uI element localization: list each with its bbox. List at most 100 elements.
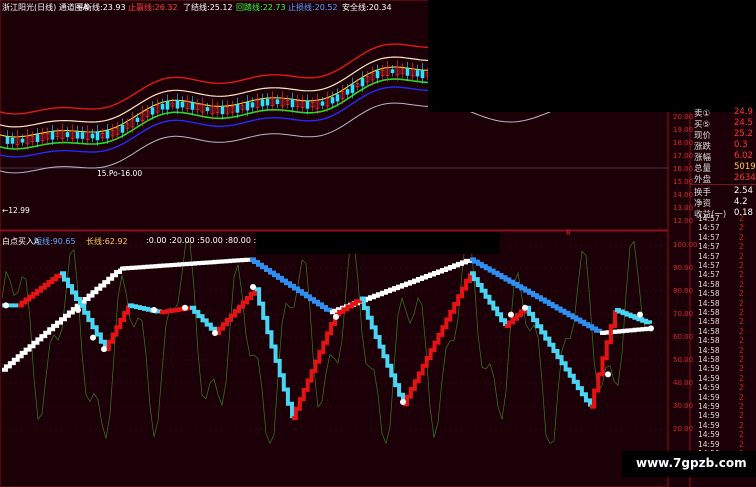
candle-body	[260, 99, 265, 107]
lower-y-tick: 60.00	[673, 333, 694, 341]
tick-row-value: 2	[739, 336, 744, 346]
marker-label: 8	[566, 229, 571, 237]
candle-body	[10, 137, 15, 144]
buy-point-dot	[101, 346, 107, 353]
buy-point-dot	[605, 371, 611, 378]
candle-body	[50, 131, 55, 140]
tick-time: 14:58	[698, 298, 720, 308]
candle-body	[265, 98, 270, 106]
tick-time: 14:59	[698, 420, 720, 430]
quote-divider	[690, 184, 756, 185]
candle-body	[330, 97, 335, 104]
short-line-rising	[335, 298, 362, 317]
tick-time: 14:58	[698, 355, 720, 364]
quote-value: 4.2	[734, 197, 748, 207]
buy-point-dot	[400, 399, 406, 405]
tick-row-value: 2	[739, 383, 744, 393]
tick-row-value: 2	[739, 232, 744, 242]
upper-y-tick: 14.00	[673, 191, 694, 199]
lower-y-tick: 90.00	[673, 264, 694, 272]
quote-value: 25.2	[734, 129, 753, 139]
candle-body	[335, 94, 340, 102]
tick-time: 14:58	[698, 289, 720, 299]
candle-body	[290, 99, 295, 108]
tick-row-value: 2	[739, 326, 744, 336]
candle-body	[320, 101, 325, 106]
candle-body	[165, 101, 170, 110]
candle-body	[180, 101, 185, 108]
candle-body	[345, 89, 350, 95]
quote-value: 6.02	[734, 151, 753, 161]
buy-point-dot	[75, 307, 81, 313]
short-line-falling	[80, 303, 107, 350]
tick-row-value: 2	[739, 411, 744, 421]
tick-time: 14:59	[698, 439, 720, 449]
legend-safety-line: 安全线:20.34	[342, 3, 392, 12]
legend-close-line: 了结线:25.12	[183, 3, 233, 12]
tick-row-value: 2	[739, 392, 744, 402]
short-line-falling	[190, 305, 217, 333]
quote-value: 24.5	[734, 118, 753, 128]
tick-row-value: 2	[739, 298, 744, 308]
short-line-rising	[105, 305, 130, 352]
stop-loss-band	[0, 86, 430, 158]
long-line-white	[600, 326, 652, 335]
tick-row-value: 2	[739, 242, 744, 252]
buy-point-dot	[250, 284, 256, 290]
legend-long-line: 长线:62.92	[86, 237, 128, 246]
lower-y-tick: 50.00	[673, 356, 694, 364]
take-profit-band	[0, 43, 430, 115]
low-price-annotation: 15.Po-16.00	[97, 169, 143, 178]
candle-body	[20, 138, 25, 143]
tick-row-value: 2	[739, 279, 744, 289]
candle-body	[375, 70, 380, 79]
tick-row-value: 2	[739, 364, 744, 374]
lower-pane-frame	[0, 230, 669, 487]
tick-time: 14:59	[698, 383, 720, 393]
tick-time: 14:59	[698, 430, 720, 440]
candle-body	[160, 103, 165, 110]
tick-row-value: 2	[739, 308, 744, 317]
candle-body	[205, 107, 210, 111]
candle-body	[5, 136, 10, 144]
upper-y-tick: 20.00	[673, 113, 694, 121]
tick-row-value: 2	[739, 289, 744, 299]
candle-body	[35, 134, 40, 143]
tick-time: 14:57	[698, 214, 720, 223]
candle-body	[350, 84, 355, 93]
candle-body	[405, 68, 410, 76]
candle-body	[65, 132, 70, 138]
candle-body	[235, 104, 240, 113]
buy-point-dot	[3, 302, 9, 309]
tick-time: 14:58	[698, 279, 720, 289]
tick-time: 14:57	[698, 232, 720, 242]
quote-value: 2.54	[734, 186, 753, 196]
tick-time: 14:59	[698, 411, 720, 421]
occluding-window	[428, 0, 756, 112]
upper-y-tick: 13.00	[673, 204, 694, 212]
tick-time: 14:57	[698, 270, 720, 280]
candle-body	[190, 102, 195, 110]
tick-time: 14:58	[698, 345, 720, 355]
upper-y-tick: 12.00	[673, 217, 694, 225]
tick-time: 14:58	[698, 317, 720, 327]
long-line-white	[120, 257, 252, 271]
tick-row-value: 2	[739, 317, 744, 327]
tick-row-value: 2	[739, 223, 744, 233]
quote-value: 24.9	[734, 107, 753, 117]
candle-body	[415, 70, 420, 77]
lower-y-tick: 20.00	[673, 425, 694, 433]
pullback-band	[0, 78, 430, 150]
chart-window: 浙江阳光(日线) 通道图A 平衡线:23.93 止赢线:26.32 了结线:25…	[0, 0, 756, 487]
quote-value: 0.3	[734, 140, 748, 150]
short-line-rising	[292, 314, 337, 421]
tick-time: 14:57	[698, 242, 720, 252]
tick-time: 14:57	[698, 223, 720, 233]
candle-body	[175, 100, 180, 109]
lower-y-tick: 30.00	[673, 402, 694, 410]
short-line-falling	[360, 296, 405, 405]
tick-row-value: 2	[739, 345, 744, 355]
candle-body	[245, 101, 250, 111]
upper-y-tick: 16.00	[673, 165, 694, 173]
candle-body	[120, 124, 125, 133]
